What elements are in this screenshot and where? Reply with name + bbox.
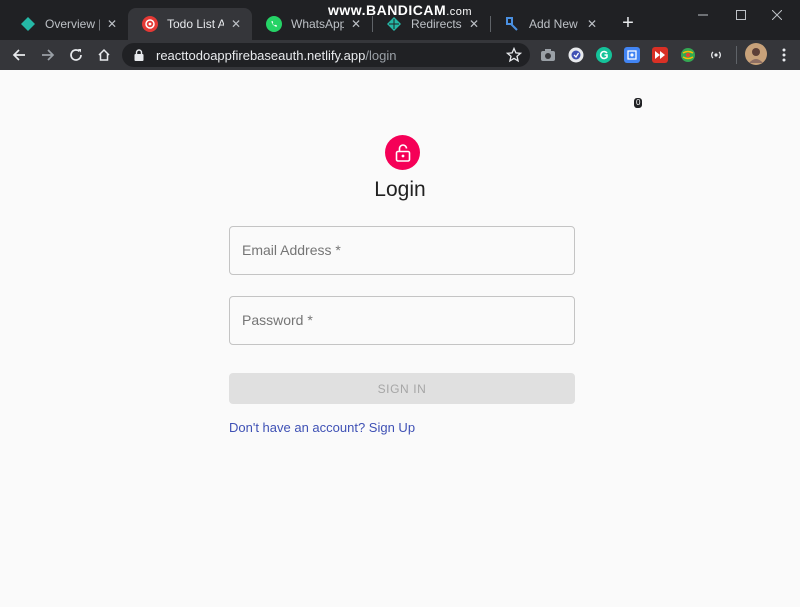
address-bar[interactable]: reacttodoappfirebaseauth.netlify.app/log… bbox=[122, 43, 530, 67]
back-button[interactable] bbox=[7, 43, 31, 67]
close-icon[interactable]: ✕ bbox=[104, 16, 120, 32]
minimize-icon bbox=[698, 14, 708, 16]
url-text: reacttodoappfirebaseauth.netlify.app/log… bbox=[156, 48, 396, 63]
react-icon bbox=[142, 16, 158, 32]
login-avatar bbox=[385, 135, 420, 170]
netlify-icon bbox=[386, 16, 402, 32]
camera-icon[interactable] bbox=[540, 47, 556, 63]
tab-title: WhatsApp bbox=[291, 17, 344, 31]
tab-whatsapp[interactable]: WhatsApp ✕ bbox=[252, 8, 372, 40]
arrow-left-icon bbox=[12, 49, 25, 61]
whatsapp-icon bbox=[266, 16, 282, 32]
reload-button[interactable] bbox=[64, 43, 88, 67]
sign-up-link[interactable]: Don't have an account? Sign Up bbox=[229, 420, 415, 435]
page-title: Login bbox=[374, 178, 426, 201]
lock-icon bbox=[132, 48, 146, 62]
close-icon[interactable]: ✕ bbox=[348, 16, 364, 32]
grammarly-icon[interactable] bbox=[596, 47, 612, 63]
video-speed-icon[interactable] bbox=[652, 47, 668, 63]
close-window-button[interactable] bbox=[754, 0, 800, 30]
browser-toolbar: reacttodoappfirebaseauth.netlify.app/log… bbox=[0, 40, 800, 108]
url-path: /login bbox=[365, 47, 397, 63]
tab-redirects[interactable]: Redirects and ✕ bbox=[372, 8, 490, 40]
tab-title: Overview | react bbox=[45, 17, 100, 31]
lock-open-icon bbox=[395, 143, 410, 162]
url-host: reacttodoappfirebaseauth.netlify.app bbox=[156, 47, 366, 63]
maximize-icon bbox=[736, 10, 746, 20]
forward-button[interactable] bbox=[36, 43, 60, 67]
vpn-icon[interactable] bbox=[568, 47, 584, 63]
close-icon bbox=[772, 10, 782, 20]
home-button[interactable] bbox=[92, 43, 116, 67]
arrow-right-icon bbox=[42, 49, 55, 61]
new-tab-button[interactable]: + bbox=[616, 12, 640, 36]
extension-badge: 0 bbox=[634, 98, 643, 108]
tab-strip: www.BANDICAM.com Overview | react ✕ Todo… bbox=[0, 0, 800, 40]
wordpress-icon bbox=[504, 16, 520, 32]
close-icon[interactable]: ✕ bbox=[466, 16, 482, 32]
tab-todo-list-app[interactable]: Todo List App ✕ bbox=[128, 8, 252, 40]
tab-add-new-post[interactable]: Add New Post ✕ bbox=[490, 8, 608, 40]
email-field-placeholder: Email Address * bbox=[242, 242, 341, 258]
email-field[interactable]: Email Address * bbox=[229, 226, 575, 275]
kebab-menu-icon bbox=[782, 48, 786, 62]
broadcast-icon[interactable] bbox=[708, 47, 724, 63]
toolbar-divider bbox=[736, 46, 737, 64]
menu-button[interactable] bbox=[772, 43, 796, 67]
puzzle-icon[interactable] bbox=[624, 47, 640, 63]
reload-icon bbox=[70, 49, 82, 61]
tab-title: Add New Post bbox=[529, 17, 580, 31]
tab-overview[interactable]: Overview | react ✕ bbox=[6, 8, 128, 40]
avatar-icon[interactable] bbox=[745, 43, 767, 65]
tab-title: Todo List App bbox=[167, 17, 224, 31]
home-icon bbox=[98, 48, 110, 61]
close-icon[interactable]: ✕ bbox=[228, 16, 244, 32]
globe-icon[interactable] bbox=[680, 47, 696, 63]
netlify-icon bbox=[20, 16, 36, 32]
password-field[interactable]: Password * bbox=[229, 296, 575, 345]
sign-in-button[interactable]: SIGN IN bbox=[229, 373, 575, 404]
close-icon[interactable]: ✕ bbox=[584, 16, 600, 32]
login-page: Login Email Address * Password * SIGN IN… bbox=[0, 70, 800, 607]
bookmark-star-icon[interactable] bbox=[505, 46, 523, 63]
password-field-placeholder: Password * bbox=[242, 312, 313, 328]
tab-title: Redirects and bbox=[411, 17, 462, 31]
